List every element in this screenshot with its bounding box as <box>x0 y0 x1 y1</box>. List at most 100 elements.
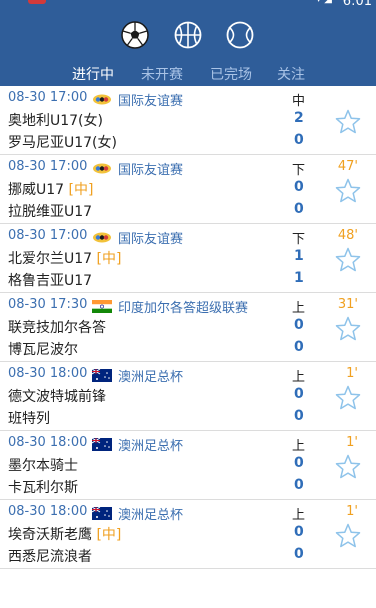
match-minute: 47' <box>337 159 358 174</box>
away-team-name: 罗马尼亚U17(女) <box>8 135 117 151</box>
away-team-name: 博瓦尼波尔 <box>8 342 78 358</box>
match-time: 08-30 17:00 <box>8 159 88 174</box>
favorite-star-icon[interactable] <box>334 522 362 550</box>
away-score: 0 <box>294 201 304 217</box>
match-minute: 1' <box>346 504 358 519</box>
match-minute: 31' <box>337 297 358 312</box>
away-team: 西悉尼流浪者 <box>8 546 92 566</box>
home-team-name: 联竞技加尔各答 <box>8 320 106 336</box>
match-time: 08-30 18:00 <box>8 504 88 519</box>
away-team: 博瓦尼波尔 <box>8 339 78 359</box>
match-period: 下 <box>292 232 306 247</box>
away-score: 0 <box>294 132 304 148</box>
match-row[interactable]: 08-30 17:00 国际友谊赛 奥地利U17(女) 罗马尼亚U17(女) 中 2 0 <box>0 86 376 155</box>
tennis-ball-icon[interactable] <box>226 21 254 49</box>
away-team: 罗马尼亚U17(女) <box>8 132 117 152</box>
away-team-name: 格鲁吉亚U17 <box>8 273 93 289</box>
soccer-ball-icon[interactable] <box>121 21 149 49</box>
home-team-name: 奥地利U17(女) <box>8 113 103 129</box>
match-period: 下 <box>292 163 306 178</box>
basketball-icon[interactable] <box>174 21 202 49</box>
home-score: 0 <box>294 317 304 333</box>
away-team: 拉脱维亚U17 <box>8 201 92 221</box>
league-name[interactable]: 澳洲足总杯 <box>118 504 183 523</box>
match-row[interactable]: 08-30 18:00 澳洲足总杯 墨尔本骑士 卡瓦利尔斯 上 1' 0 0 <box>0 431 376 500</box>
home-score: 1 <box>294 248 304 264</box>
away-team-name: 西悉尼流浪者 <box>8 549 92 565</box>
match-list: 08-30 17:00 国际友谊赛 奥地利U17(女) 罗马尼亚U17(女) 中 2 0 08… <box>0 86 376 569</box>
neutral-tag: [中] <box>96 527 122 543</box>
match-minute: 48' <box>337 228 358 243</box>
tab-favorites[interactable]: 关注 <box>277 64 305 84</box>
league-name[interactable]: 国际友谊赛 <box>118 90 183 109</box>
match-time: 08-30 17:30 <box>8 297 88 312</box>
home-team-name: 德文波特城前锋 <box>8 389 106 405</box>
home-score: 0 <box>294 455 304 471</box>
match-minute: 1' <box>346 435 358 450</box>
away-team-name: 拉脱维亚U17 <box>8 204 93 220</box>
match-period: 中 <box>292 94 306 109</box>
match-row[interactable]: 08-30 17:00 国际友谊赛 北爱尔兰U17 [中] 格鲁吉亚U17 下 48' 1 1 <box>0 224 376 293</box>
away-score: 0 <box>294 546 304 562</box>
away-score: 0 <box>294 408 304 424</box>
match-tabs: 进行中 未开赛 已完场 关注 <box>0 60 376 86</box>
india-flag-icon <box>92 298 112 313</box>
home-team-name: 北爱尔兰U17 <box>8 251 97 267</box>
tab-upcoming[interactable]: 未开赛 <box>141 64 183 84</box>
match-row[interactable]: 08-30 18:00 澳洲足总杯 德文波特城前锋 班特列 上 1' 0 0 <box>0 362 376 431</box>
favorite-star-icon[interactable] <box>334 246 362 274</box>
away-score: 0 <box>294 339 304 355</box>
favorite-star-icon[interactable] <box>334 453 362 481</box>
league-name[interactable]: 国际友谊赛 <box>118 159 183 178</box>
home-team: 北爱尔兰U17 [中] <box>8 248 121 268</box>
home-team: 德文波特城前锋 <box>8 386 106 406</box>
international-flag-icon <box>92 229 112 243</box>
away-team: 格鲁吉亚U17 <box>8 270 92 290</box>
international-flag-icon <box>92 91 112 105</box>
league-name[interactable]: 澳洲足总杯 <box>118 366 183 385</box>
home-team: 挪威U17 [中] <box>8 179 93 199</box>
league-name[interactable]: 印度加尔各答超级联赛 <box>118 297 248 316</box>
league-name[interactable]: 澳洲足总杯 <box>118 435 183 454</box>
neutral-tag: [中] <box>68 182 94 198</box>
tab-finished[interactable]: 已完场 <box>210 64 252 84</box>
app-header: 进行中 未开赛 已完场 关注 <box>0 8 376 86</box>
home-score: 0 <box>294 386 304 402</box>
favorite-star-icon[interactable] <box>334 384 362 412</box>
notification-icon <box>28 0 46 4</box>
match-time: 08-30 18:00 <box>8 435 88 450</box>
home-team: 埃奇沃斯老鹰 [中] <box>8 524 121 544</box>
away-team-name: 卡瓦利尔斯 <box>8 480 78 496</box>
home-team: 墨尔本骑士 <box>8 455 78 475</box>
home-score: 0 <box>294 524 304 540</box>
favorite-star-icon[interactable] <box>334 177 362 205</box>
match-row[interactable]: 08-30 18:00 澳洲足总杯 埃奇沃斯老鹰 [中] 西悉尼流浪者上 1' 0 0 <box>0 500 376 569</box>
away-score: 0 <box>294 477 304 493</box>
match-row[interactable]: 08-30 17:00 国际友谊赛挪威U17 [中] 拉脱维亚U17 下 47' 0 0 <box>0 155 376 224</box>
match-row[interactable]: 08-30 17:30 印度加尔各答超级联赛 联竞技加尔各答 博瓦尼波尔 上 31' 0 0 <box>0 293 376 362</box>
home-team-name: 墨尔本骑士 <box>8 458 78 474</box>
match-time: 08-30 17:00 <box>8 90 88 105</box>
match-period: 上 <box>292 370 306 385</box>
favorite-star-icon[interactable] <box>334 108 362 136</box>
home-score: 2 <box>294 110 304 126</box>
away-team-name: 班特列 <box>8 411 50 427</box>
neutral-tag: [中] <box>96 251 122 267</box>
match-time: 08-30 18:00 <box>8 366 88 381</box>
league-name[interactable]: 国际友谊赛 <box>118 228 183 247</box>
tab-live[interactable]: 进行中 <box>72 64 114 84</box>
australia-flag-icon <box>91 436 112 451</box>
australia-flag-icon <box>91 505 112 520</box>
home-score: 0 <box>294 179 304 195</box>
australia-flag-icon <box>91 367 112 382</box>
match-time: 08-30 17:00 <box>8 228 88 243</box>
international-flag-icon <box>92 160 112 174</box>
away-team: 卡瓦利尔斯 <box>8 477 78 497</box>
home-team: 联竞技加尔各答 <box>8 317 106 337</box>
away-score: 1 <box>294 270 304 286</box>
match-period: 上 <box>292 508 306 523</box>
status-bar: ▾ ◢ 6:01 <box>0 0 376 9</box>
signal-icon: ▾ ◢ <box>316 0 332 5</box>
favorite-star-icon[interactable] <box>334 315 362 343</box>
home-team-name: 埃奇沃斯老鹰 <box>8 527 97 543</box>
